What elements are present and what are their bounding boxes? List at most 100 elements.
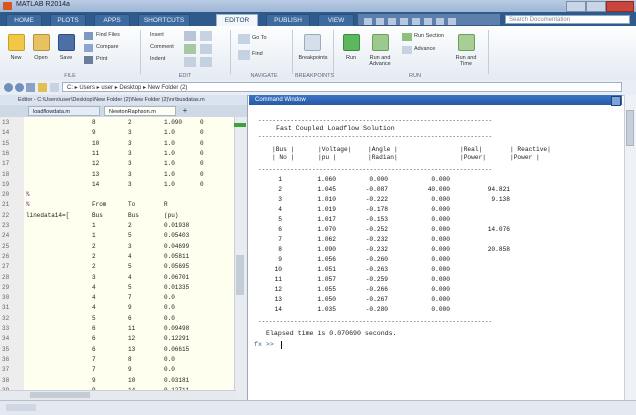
code-line[interactable]: 26 2 4 0.05811 [0,253,234,261]
code-line[interactable]: 34 6 12 0.12291 [0,335,234,343]
goto-button[interactable]: Go To [252,35,267,41]
help-icon[interactable] [448,18,456,25]
cut-icon[interactable] [376,18,384,25]
code-line[interactable]: 28 3 4 0.06701 [0,274,234,282]
code-line[interactable]: 35 6 13 0.06615 [0,346,234,354]
command-window-scroll-thumb[interactable] [626,110,634,146]
new-file-icon[interactable] [8,34,25,51]
command-window-menu-icon[interactable] [611,96,621,106]
paste-icon[interactable] [400,18,408,25]
run-and-time-icon[interactable] [458,34,475,51]
code-line[interactable]: 16 11 3 1.0 0 [0,150,234,158]
folder-dropdown-icon[interactable] [50,83,59,92]
redo-icon[interactable] [424,18,432,25]
browse-folder-icon[interactable] [38,83,47,92]
editor-horizontal-scrollbar[interactable] [0,390,236,400]
comment-icon[interactable] [184,44,196,54]
code-token: 1.0 [164,180,175,188]
up-folder-icon[interactable] [26,83,35,92]
run-section-icon[interactable] [402,33,412,41]
code-line[interactable]: 27 2 5 0.05695 [0,263,234,271]
find-icon[interactable] [238,50,250,60]
print-button[interactable]: Print [96,56,107,62]
run-and-advance-button[interactable]: Run and Advance [362,55,398,67]
run-section-button[interactable]: Run Section [414,33,444,39]
line-number: 20 [2,191,10,199]
close-button[interactable] [606,1,634,12]
undo-icon[interactable] [412,18,420,25]
current-folder-path[interactable]: C: ▸ Users ▸ user ▸ Desktop ▸ New Folder… [62,82,622,92]
insert-button[interactable]: Insert [150,32,164,38]
minimize-button[interactable] [566,1,586,12]
breakpoints-button[interactable]: Breakpoints [298,55,328,61]
copy-icon[interactable] [388,18,396,25]
open-file-icon[interactable] [33,34,50,51]
forward-icon[interactable] [15,83,24,92]
open-button-label[interactable]: Open [30,55,52,61]
group-file-label: FILE [64,73,76,79]
indent-icon[interactable] [184,57,196,67]
code-line[interactable]: 36 7 8 0.0 [0,356,234,364]
code-line[interactable]: 33 6 11 0.09498 [0,325,234,333]
result-row: 8 1.090 -0.232 0.000 20.858 [258,246,618,255]
code-line[interactable]: 32 5 6 0.0 [0,315,234,323]
new-tab-plus-icon[interactable]: + [180,106,190,116]
code-token: linedata14=[ [26,211,70,219]
code-line[interactable]: 23 1 2 0.01938 [0,222,234,230]
code-line[interactable]: 21% From To R [0,201,234,209]
code-line[interactable]: 20% [0,191,234,199]
code-line[interactable]: 13 8 2 1.090 0 [0,119,234,127]
code-line[interactable]: 22 linedata14=[Bus Bus (pu) [0,212,234,220]
run-icon[interactable] [343,34,360,51]
result-cell: 0.000 [369,176,388,183]
advance-button[interactable]: Advance [414,46,435,52]
code-token: 0.0 [164,366,175,374]
code-line[interactable]: 30 4 7 0.0 [0,294,234,302]
indent-button[interactable]: Indent [150,56,165,62]
maximize-button[interactable] [586,1,606,12]
editor-scroll-thumb[interactable] [236,255,244,295]
code-line[interactable]: 14 9 3 1.0 0 [0,129,234,137]
find-files-button[interactable]: Find Files [96,32,120,38]
comment-button[interactable]: Comment [150,44,174,50]
compare-button[interactable]: Compare [96,44,119,50]
advance-icon[interactable] [402,46,412,54]
goto-icon[interactable] [238,34,250,44]
outdent-icon[interactable] [200,57,212,67]
elapsed-time-text: Elapsed time is 0.070690 seconds. [266,330,397,337]
new-button-label[interactable]: New [5,55,27,61]
save-button-label[interactable]: Save [55,55,77,61]
code-line[interactable]: 15 10 3 1.0 0 [0,140,234,148]
code-line[interactable]: 24 1 5 0.05403 [0,232,234,240]
code-line[interactable]: 37 7 9 0.0 [0,366,234,374]
code-token: 0 [200,129,204,137]
fx-icon[interactable] [184,31,196,41]
code-analyzer-indicator[interactable] [234,123,246,127]
code-token: 3 [128,242,132,250]
code-line[interactable]: 38 9 10 0.03181 [0,377,234,385]
header-voltage: |Voltage| [318,146,352,153]
run-button[interactable]: Run [340,55,362,61]
run-and-advance-icon[interactable] [372,34,389,51]
code-line[interactable]: 18 13 3 1.0 0 [0,171,234,179]
command-prompt[interactable]: fx >> [254,341,274,348]
save-icon[interactable] [364,18,372,25]
code-line[interactable]: 19 14 3 1.0 0 [0,181,234,189]
code-line[interactable]: 25 2 3 0.04699 [0,243,234,251]
insert-section-icon[interactable] [200,31,212,41]
code-token: 0 [200,170,204,178]
switch-windows-icon[interactable] [436,18,444,25]
code-line[interactable]: 31 4 9 0.0 [0,304,234,312]
uncomment-icon[interactable] [200,44,212,54]
save-file-icon[interactable] [58,34,75,51]
editor-tab-newtonraphson[interactable]: NewtonRaphson.m [104,106,176,116]
run-and-time-button[interactable]: Run and Time [452,55,480,67]
breakpoints-icon[interactable] [304,34,321,51]
code-line[interactable]: 17 12 3 1.0 0 [0,160,234,168]
code-line[interactable]: 29 4 5 0.01335 [0,284,234,292]
editor-hscroll-thumb[interactable] [30,392,90,398]
search-documentation-input[interactable]: Search Documentation [505,15,630,24]
back-icon[interactable] [4,83,13,92]
editor-tab-loadflowdata[interactable]: loadflowdata.m [28,106,100,116]
find-button[interactable]: Find [252,51,263,57]
